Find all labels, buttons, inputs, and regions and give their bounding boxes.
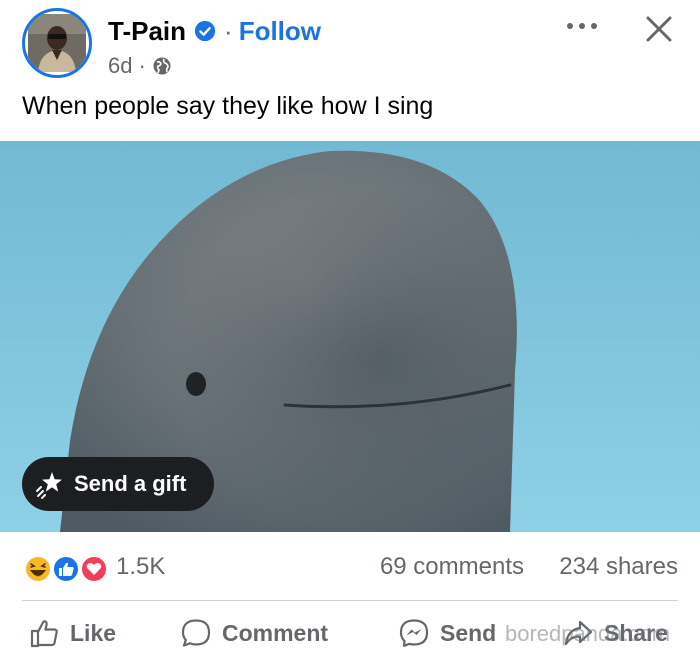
shares-count[interactable]: 234 shares (559, 553, 678, 581)
messenger-icon (399, 619, 429, 647)
send-gift-label: Send a gift (74, 471, 187, 496)
send-gift-button[interactable]: Send a gift (22, 457, 214, 511)
stats-divider (22, 600, 678, 601)
avatar-photo (28, 14, 86, 72)
post-timestamp[interactable]: 6d (108, 53, 132, 79)
author-name[interactable]: T-Pain (108, 16, 186, 47)
separator-dot: · (224, 15, 233, 46)
like-label: Like (70, 619, 117, 646)
author-row: T-Pain · Follow (108, 14, 321, 48)
comments-count[interactable]: 69 comments (380, 553, 524, 581)
comment-icon (181, 619, 211, 647)
verified-badge-icon (194, 20, 216, 42)
reaction-icons[interactable] (22, 554, 112, 584)
reactions-count[interactable]: 1.5K (116, 553, 165, 581)
post-caption: When people say they like how I sing (22, 92, 434, 120)
comment-label: Comment (222, 619, 329, 646)
thumbs-up-icon (30, 620, 58, 648)
haha-icon (24, 555, 52, 583)
send-label: Send (440, 619, 497, 646)
send-button[interactable]: Send (398, 608, 496, 658)
share-label: Share (604, 619, 668, 646)
close-icon[interactable] (642, 12, 676, 46)
love-icon (80, 555, 108, 583)
gift-star-icon (36, 472, 62, 499)
post-meta: 6d · (108, 53, 172, 79)
share-arrow-icon (564, 620, 593, 646)
avatar[interactable] (22, 8, 92, 78)
like-icon (52, 555, 80, 583)
meta-separator: · (138, 53, 146, 78)
post-stats: 1.5K 69 comments 234 shares (0, 540, 700, 598)
follow-button[interactable]: Follow (239, 16, 321, 47)
like-button[interactable]: Like (28, 608, 116, 658)
share-button[interactable]: Share (562, 608, 668, 658)
more-options-icon[interactable] (562, 14, 602, 38)
post-actions: Like Comment Send Share (0, 608, 700, 658)
globe-icon[interactable] (152, 56, 172, 76)
post-header: T-Pain · Follow 6d · When people say the… (0, 0, 700, 140)
comment-button[interactable]: Comment (180, 608, 328, 658)
